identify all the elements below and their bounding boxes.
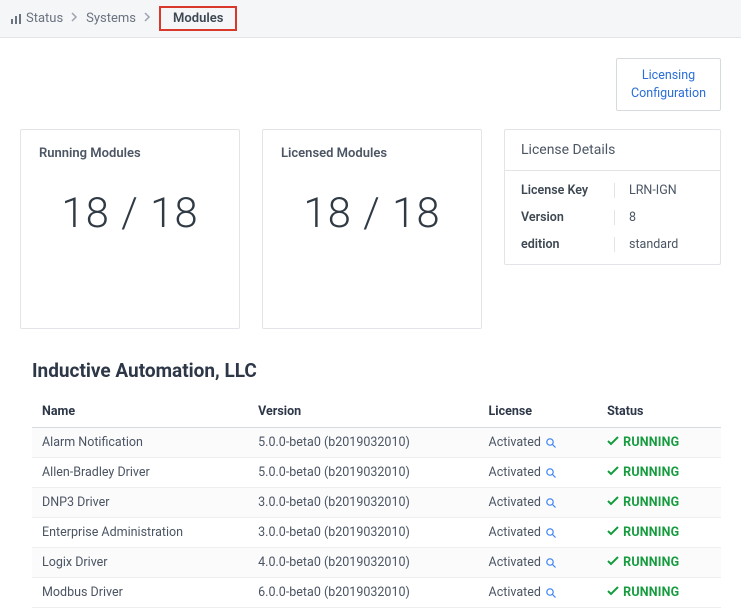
magnifier-icon[interactable] bbox=[545, 497, 557, 509]
module-name: DNP3 Driver bbox=[32, 488, 248, 518]
module-license: Activated bbox=[489, 495, 541, 510]
module-status: RUNNING bbox=[607, 495, 679, 510]
breadcrumb: Status Systems Modules bbox=[0, 0, 741, 38]
module-version: 4.0.0-beta0 (b2019032010) bbox=[248, 548, 478, 578]
module-name: Alarm Notification bbox=[32, 428, 248, 458]
col-version: Version bbox=[248, 396, 478, 428]
licensed-modules-card: Licensed Modules 18 / 18 bbox=[262, 129, 482, 329]
license-detail-value: standard bbox=[615, 237, 678, 252]
table-row: DNP3 Driver3.0.0-beta0 (b2019032010) Acti… bbox=[32, 488, 721, 518]
check-icon bbox=[607, 585, 623, 600]
check-icon bbox=[607, 435, 623, 450]
license-details-header: License Details bbox=[505, 130, 720, 171]
check-icon bbox=[607, 525, 623, 540]
licensing-configuration-line1: Licensing bbox=[631, 67, 706, 85]
running-modules-value: 18 / 18 bbox=[39, 189, 221, 238]
chevron-right-icon bbox=[144, 11, 151, 26]
module-status: RUNNING bbox=[607, 555, 679, 570]
breadcrumb-status[interactable]: Status bbox=[26, 11, 63, 26]
table-row: Logix Driver4.0.0-beta0 (b2019032010) Act… bbox=[32, 548, 721, 578]
col-status: Status bbox=[597, 396, 721, 428]
modules-table: Name Version License Status Alarm Notifi… bbox=[32, 396, 721, 608]
licensing-configuration-button[interactable]: Licensing Configuration bbox=[616, 58, 721, 111]
module-version: 5.0.0-beta0 (b2019032010) bbox=[248, 428, 478, 458]
module-version: 6.0.0-beta0 (b2019032010) bbox=[248, 578, 478, 608]
check-icon bbox=[607, 555, 623, 570]
module-status: RUNNING bbox=[607, 525, 679, 540]
running-modules-card: Running Modules 18 / 18 bbox=[20, 129, 240, 329]
table-row: Allen-Bradley Driver5.0.0-beta0 (b201903… bbox=[32, 458, 721, 488]
running-modules-title: Running Modules bbox=[39, 146, 221, 161]
license-detail-row: License KeyLRN-IGN bbox=[505, 177, 720, 204]
module-version: 3.0.0-beta0 (b2019032010) bbox=[248, 518, 478, 548]
licensing-configuration-line2: Configuration bbox=[631, 85, 706, 103]
module-status: RUNNING bbox=[607, 465, 679, 480]
license-detail-value: LRN-IGN bbox=[615, 183, 677, 198]
check-icon bbox=[607, 495, 623, 510]
breadcrumb-modules[interactable]: Modules bbox=[159, 6, 237, 31]
col-license: License bbox=[479, 396, 598, 428]
chart-bar-icon bbox=[10, 13, 22, 25]
module-name: Allen-Bradley Driver bbox=[32, 458, 248, 488]
module-version: 3.0.0-beta0 (b2019032010) bbox=[248, 488, 478, 518]
module-status: RUNNING bbox=[607, 585, 679, 600]
licensed-modules-value: 18 / 18 bbox=[281, 189, 463, 238]
magnifier-icon[interactable] bbox=[545, 437, 557, 449]
col-name: Name bbox=[32, 396, 248, 428]
module-license: Activated bbox=[489, 585, 541, 600]
license-detail-key: License Key bbox=[521, 183, 615, 198]
module-name: Logix Driver bbox=[32, 548, 248, 578]
module-license: Activated bbox=[489, 525, 541, 540]
licensed-modules-title: Licensed Modules bbox=[281, 146, 463, 161]
license-detail-row: Version8 bbox=[505, 204, 720, 231]
module-status: RUNNING bbox=[607, 435, 679, 450]
license-detail-key: Version bbox=[521, 210, 615, 225]
module-license: Activated bbox=[489, 435, 541, 450]
chevron-right-icon bbox=[71, 11, 78, 26]
magnifier-icon[interactable] bbox=[545, 587, 557, 599]
license-details-card: License Details License KeyLRN-IGNVersio… bbox=[504, 129, 721, 265]
module-license: Activated bbox=[489, 555, 541, 570]
license-detail-row: editionstandard bbox=[505, 231, 720, 258]
check-icon bbox=[607, 465, 623, 480]
module-name: Enterprise Administration bbox=[32, 518, 248, 548]
license-detail-key: edition bbox=[521, 237, 615, 252]
module-license: Activated bbox=[489, 465, 541, 480]
table-row: Modbus Driver6.0.0-beta0 (b2019032010) Ac… bbox=[32, 578, 721, 608]
magnifier-icon[interactable] bbox=[545, 557, 557, 569]
breadcrumb-systems[interactable]: Systems bbox=[86, 11, 136, 26]
module-version: 5.0.0-beta0 (b2019032010) bbox=[248, 458, 478, 488]
license-detail-value: 8 bbox=[615, 210, 636, 225]
vendor-heading: Inductive Automation, LLC bbox=[32, 359, 721, 382]
magnifier-icon[interactable] bbox=[545, 527, 557, 539]
table-row: Alarm Notification5.0.0-beta0 (b20190320… bbox=[32, 428, 721, 458]
module-name: Modbus Driver bbox=[32, 578, 248, 608]
magnifier-icon[interactable] bbox=[545, 467, 557, 479]
table-row: Enterprise Administration3.0.0-beta0 (b2… bbox=[32, 518, 721, 548]
